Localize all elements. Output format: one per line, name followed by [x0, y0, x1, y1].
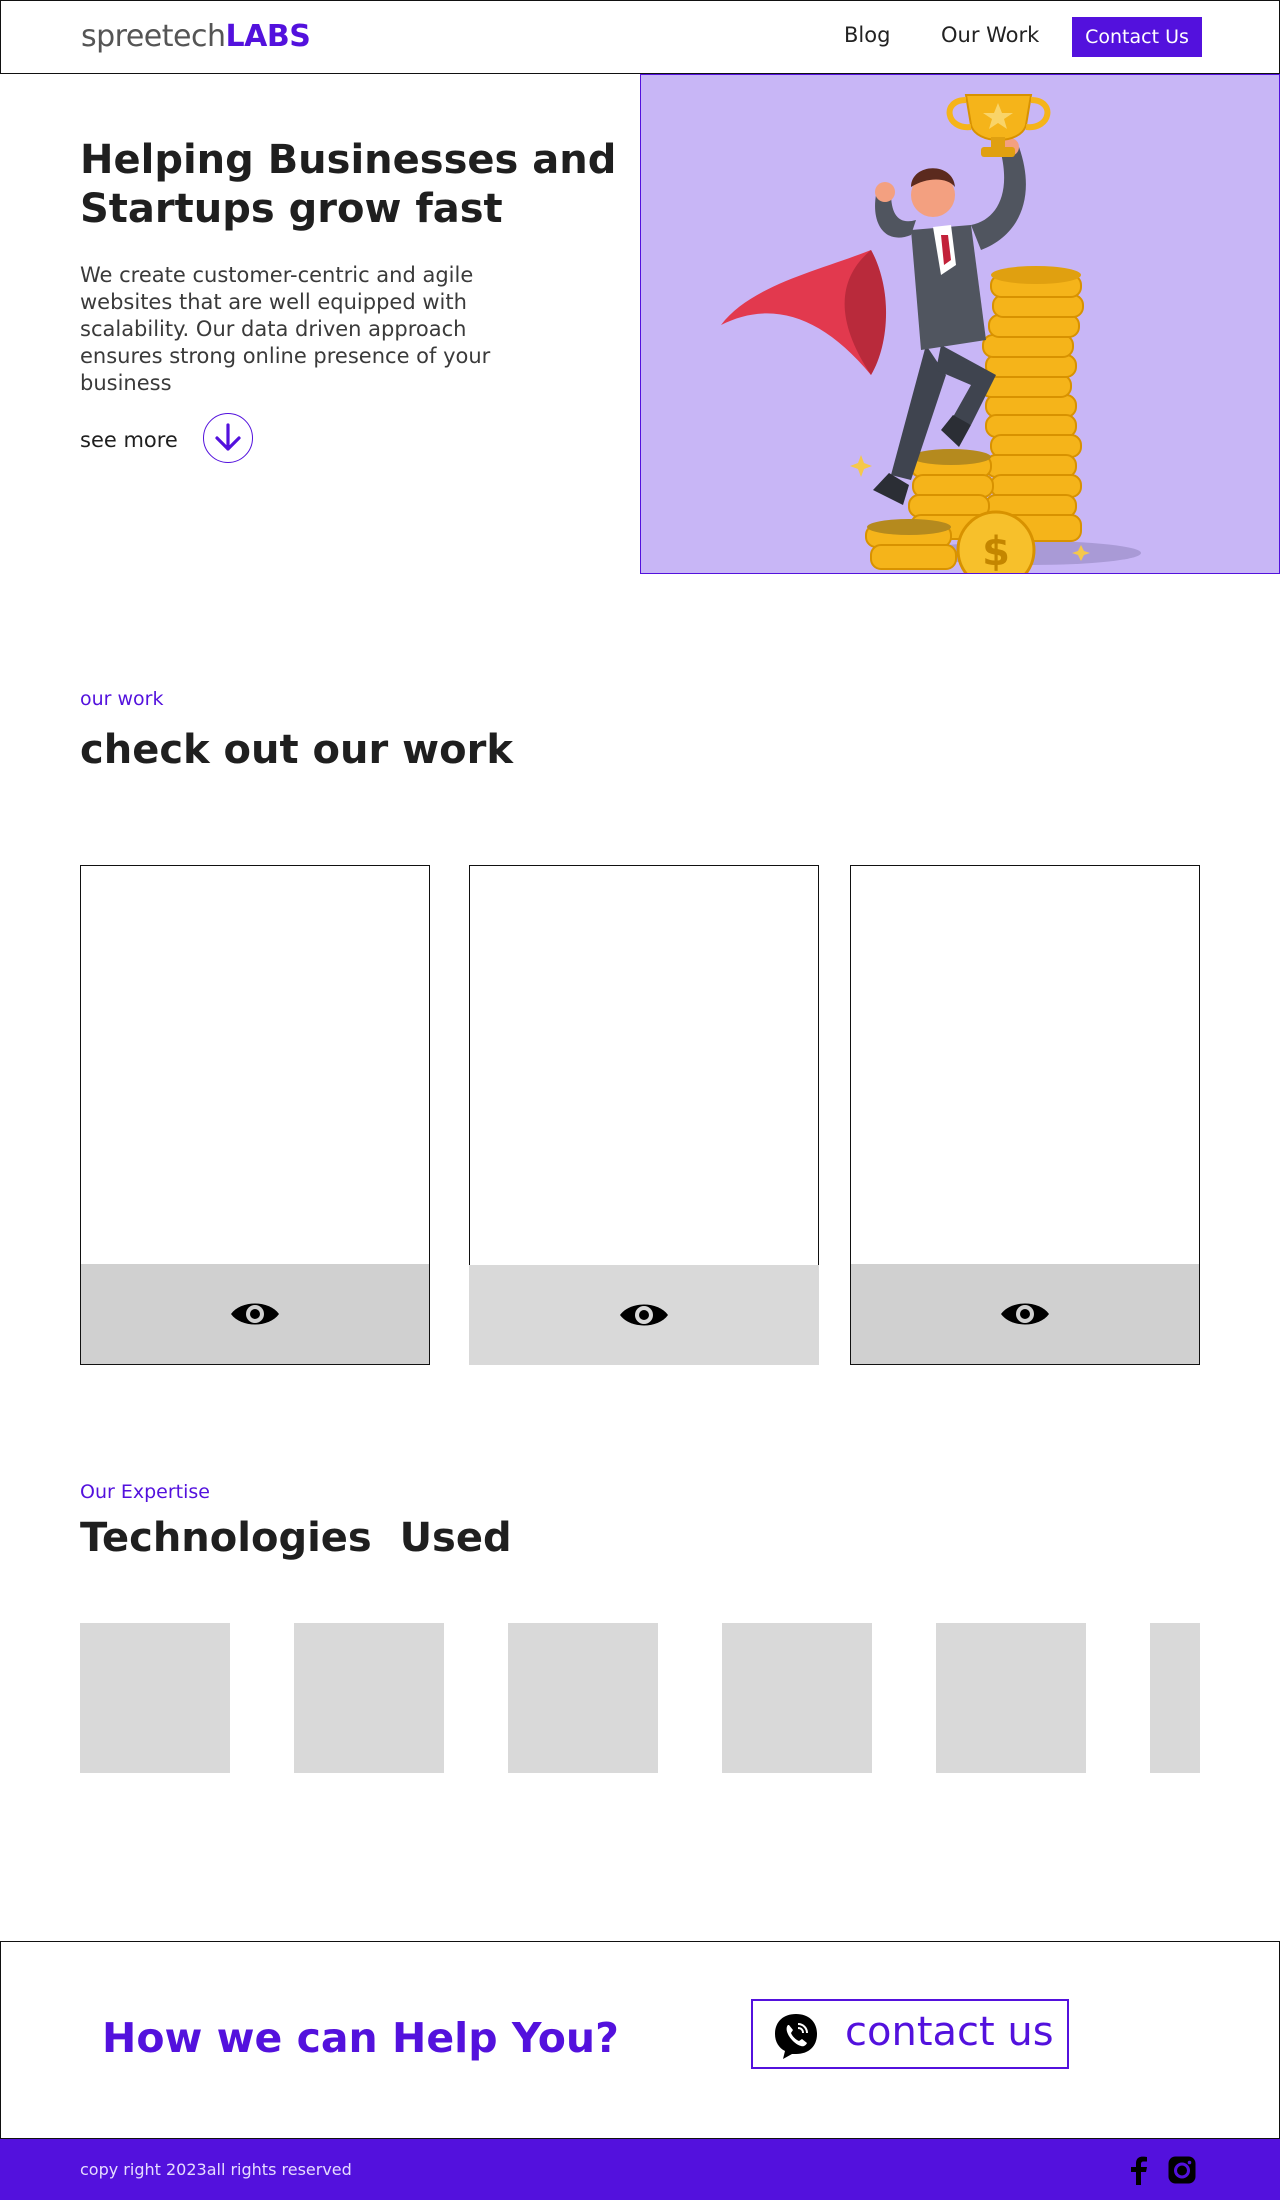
nav-link-blog[interactable]: Blog	[844, 23, 890, 47]
work-card[interactable]	[850, 865, 1200, 1365]
technologies-title: Technologies Used	[80, 1515, 512, 1561]
eye-icon[interactable]	[999, 1297, 1051, 1331]
copyright-text: copy right 2023all rights reserved	[80, 2160, 352, 2179]
superhero-businessman-illustration: $	[721, 94, 1141, 574]
contact-us-cta-button[interactable]: contact us	[751, 1999, 1069, 2069]
technology-tile	[294, 1623, 444, 1773]
technology-tile	[1150, 1623, 1200, 1773]
technology-tile	[80, 1623, 230, 1773]
work-card-footer	[81, 1264, 429, 1364]
logo[interactable]: spreetechLABS	[81, 19, 311, 54]
arrow-down-icon	[215, 423, 241, 451]
help-title: How we can Help You?	[102, 2014, 619, 2062]
logo-text: spreetech	[81, 19, 226, 54]
contact-us-cta-label: contact us	[845, 2009, 1054, 2055]
hero-title: Helping Businesses and Startups grow fas…	[80, 137, 617, 232]
technology-tile	[722, 1623, 872, 1773]
eye-icon[interactable]	[618, 1298, 670, 1332]
our-work-eyebrow: our work	[80, 688, 164, 710]
svg-text:$: $	[982, 529, 1010, 574]
logo-accent-text: LABS	[225, 19, 311, 54]
eye-icon[interactable]	[229, 1297, 281, 1331]
nav-link-our-work[interactable]: Our Work	[941, 23, 1039, 47]
technology-tile	[936, 1623, 1086, 1773]
work-card-footer	[851, 1264, 1199, 1364]
see-more-button[interactable]	[203, 413, 253, 463]
hero-illustration: $	[640, 74, 1280, 574]
footer: copy right 2023all rights reserved	[0, 2139, 1280, 2200]
top-nav: spreetechLABS Blog Our Work Contact Us	[0, 0, 1280, 74]
work-card-footer	[469, 1265, 819, 1365]
viber-phone-icon	[775, 2014, 817, 2059]
our-work-title: check out our work	[80, 727, 513, 773]
hero-description: We create customer-centric and agile web…	[80, 263, 491, 395]
help-section: How we can Help You? contact us	[0, 1941, 1280, 2139]
expertise-eyebrow: Our Expertise	[80, 1481, 210, 1503]
work-card[interactable]	[80, 865, 430, 1365]
contact-us-button[interactable]: Contact Us	[1072, 17, 1202, 57]
see-more-link[interactable]: see more	[80, 428, 178, 452]
technology-tile	[508, 1623, 658, 1773]
instagram-icon[interactable]	[1167, 2155, 1197, 2185]
work-card[interactable]	[469, 865, 819, 1365]
facebook-icon[interactable]	[1128, 2155, 1150, 2185]
